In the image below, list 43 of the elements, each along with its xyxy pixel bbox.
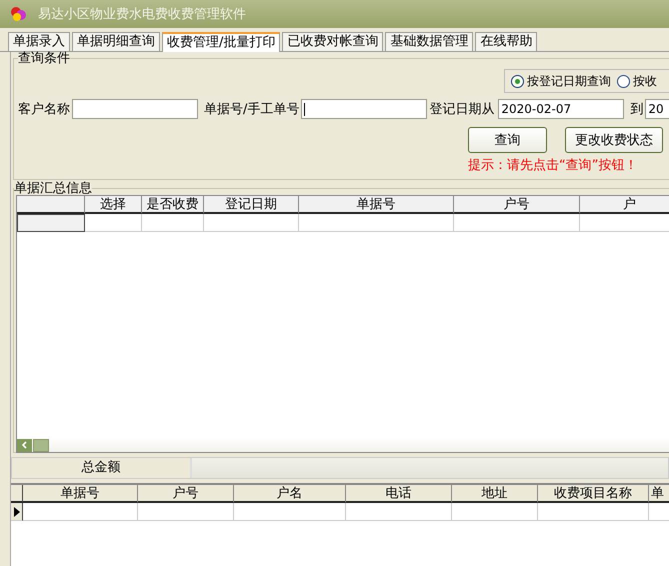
tab[interactable]: 单据录入 [8,32,70,51]
column-header[interactable]: 收费项目名称 [538,485,649,503]
table-cell [142,214,204,232]
action-button[interactable]: 查询 [468,127,547,153]
field-label: 登记日期从 [429,101,494,118]
column-header[interactable]: 户 [580,196,669,214]
window-title: 易达小区物业费水电费收费管理软件 [38,6,246,23]
column-header[interactable]: 单据号 [299,196,454,214]
scroll-left-icon[interactable] [17,438,32,452]
column-header[interactable]: 单据号 [23,485,138,503]
column-header[interactable]: 电话 [346,485,452,503]
column-header[interactable]: 单 [649,485,669,503]
app-logo-icon [10,6,28,22]
field-label: 到 [630,101,644,118]
action-button[interactable]: 更改收费状态 [565,127,663,153]
column-header[interactable]: 户号 [454,196,580,214]
field-label: 客户名称 [18,101,70,118]
row-header [17,214,85,232]
column-header[interactable]: 是否收费 [142,196,204,214]
group-title: 单据汇总信息 [14,182,92,195]
date-field[interactable]: 20 [645,99,669,119]
tab[interactable]: 在线帮助 [475,32,538,51]
hint-text: 提示：请先点击“查询”按钮！ [468,158,638,173]
input-field[interactable] [72,99,198,119]
tab[interactable]: 单据明细查询 [72,32,160,51]
scroll-thumb[interactable] [33,438,49,452]
column-header[interactable]: 地址 [452,485,538,503]
radio-button[interactable]: 按收 [617,72,657,90]
column-header[interactable]: 户号 [138,485,234,503]
column-header[interactable]: 户名 [234,485,346,503]
group-title: 查询条件 [18,52,70,65]
column-header[interactable]: 选择 [85,196,142,214]
tab[interactable]: 已收费对帐查询 [282,32,384,51]
table-cell [85,214,142,232]
date-field[interactable]: 2020-02-07 [498,99,624,119]
current-row-icon [14,506,20,516]
radio-button[interactable]: 按登记日期查询 [511,72,611,90]
tab[interactable]: 基础数据管理 [385,32,474,51]
horizontal-scrollbar[interactable] [17,438,669,452]
input-field[interactable] [301,99,428,119]
column-header[interactable]: 登记日期 [204,196,299,214]
tab[interactable]: 收费管理/批量打印 [162,32,280,52]
field-label: 单据号/手工单号 [204,101,300,118]
